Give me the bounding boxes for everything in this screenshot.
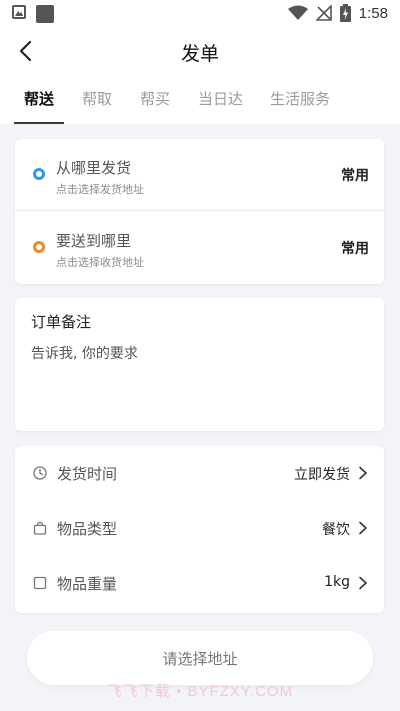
order-note-card: 订单备注 — [15, 298, 384, 431]
battery-charging-icon — [339, 4, 351, 22]
chevron-right-icon — [359, 576, 367, 590]
box-icon — [32, 575, 47, 590]
item-weight-value: 1kg — [324, 574, 350, 590]
receiver-dot-icon — [33, 241, 45, 253]
delivery-time-row[interactable]: 发货时间 立即发货 — [15, 446, 384, 501]
active-tab-indicator — [14, 122, 64, 124]
order-note-title: 订单备注 — [31, 313, 92, 331]
app-notification-icon — [36, 5, 54, 23]
tab-purchase[interactable]: 帮买 — [140, 88, 170, 109]
image-notification-icon — [12, 5, 26, 19]
clock-icon — [32, 465, 47, 480]
status-bar: 1:58 — [0, 0, 400, 28]
watermark: 飞飞下载 • BYFZXY.COM — [106, 683, 294, 700]
sender-address-row[interactable]: 从哪里发货 点击选择发货地址 常用 — [15, 139, 384, 211]
tab-pickup[interactable]: 帮取 — [82, 88, 112, 109]
chevron-right-icon — [359, 466, 367, 480]
delivery-time-value: 立即发货 — [294, 467, 350, 483]
tab-delivery[interactable]: 帮送 — [24, 88, 54, 109]
notification-icons — [12, 5, 54, 23]
service-tabs: 帮送 帮取 帮买 当日达 生活服务 — [0, 74, 400, 124]
sender-address-title: 从哪里发货 — [56, 159, 132, 177]
receiver-address-hint: 点击选择收货地址 — [56, 256, 144, 269]
wifi-icon — [287, 5, 308, 20]
receiver-common-button[interactable]: 常用 — [341, 238, 369, 258]
select-address-button[interactable]: 请选择地址 — [27, 631, 373, 685]
tab-life-services[interactable]: 生活服务 — [270, 88, 330, 109]
receiver-address-row[interactable]: 要送到哪里 点击选择收货地址 常用 — [15, 212, 384, 284]
item-weight-label: 物品重量 — [57, 575, 118, 593]
system-icons: 1:58 — [287, 4, 388, 22]
page-title: 发单 — [180, 43, 219, 65]
tab-same-day[interactable]: 当日达 — [198, 88, 243, 109]
order-options-card: 发货时间 立即发货 物品类型 餐饮 物品重量 1kg — [15, 446, 384, 613]
status-time: 1:58 — [358, 4, 388, 22]
item-type-row[interactable]: 物品类型 餐饮 — [15, 501, 384, 556]
header: 发单 — [0, 28, 400, 74]
chevron-right-icon — [359, 521, 367, 535]
receiver-address-title: 要送到哪里 — [56, 232, 132, 250]
order-note-input[interactable] — [31, 343, 368, 419]
bag-icon — [32, 520, 47, 535]
item-type-label: 物品类型 — [57, 520, 118, 538]
no-signal-icon — [315, 5, 332, 21]
address-card: 从哪里发货 点击选择发货地址 常用 要送到哪里 点击选择收货地址 常用 — [15, 139, 384, 284]
sender-dot-icon — [33, 168, 45, 180]
delivery-time-label: 发货时间 — [57, 465, 118, 483]
item-weight-row[interactable]: 物品重量 1kg — [15, 556, 384, 611]
sender-common-button[interactable]: 常用 — [341, 165, 369, 185]
sender-address-hint: 点击选择发货地址 — [56, 183, 144, 196]
item-type-value: 餐饮 — [322, 522, 350, 538]
